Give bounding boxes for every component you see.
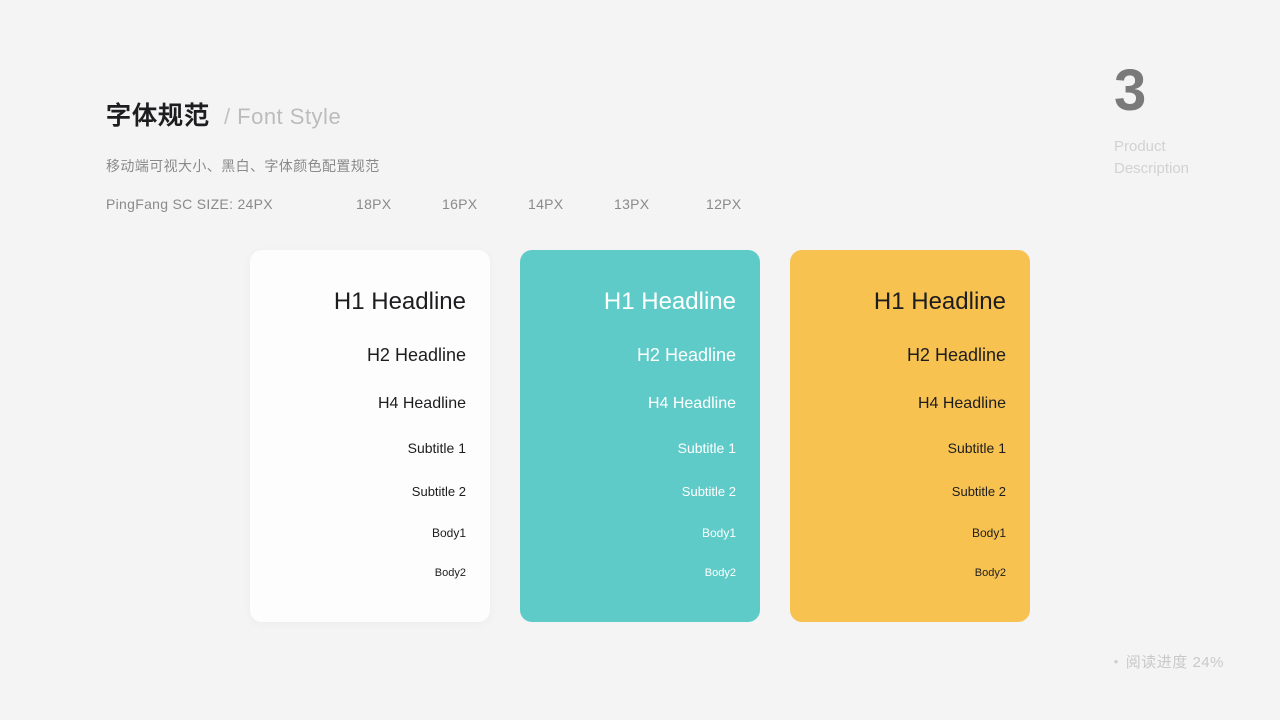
white-card-body2: Body2 (434, 567, 466, 579)
section-caption: Product Description (1114, 136, 1224, 180)
white-card-body1: Body1 (431, 526, 466, 540)
page-title: 字体规范 / Font Style (106, 96, 380, 132)
teal-card-subtitle2: Subtitle 2 (681, 484, 736, 499)
bullet-icon: • (1113, 654, 1119, 669)
size-label-lead: PingFang SC SIZE: 24PX (106, 196, 273, 212)
section-caption-line2: Description (1114, 159, 1190, 177)
teal-card: H1 Headline H2 Headline H4 Headline Subt… (520, 250, 760, 622)
section-caption-line1: Product (1114, 138, 1166, 155)
white-card-subtitle2: Subtitle 2 (411, 484, 466, 499)
white-card: H1 Headline H2 Headline H4 Headline Subt… (250, 250, 490, 622)
teal-card-body1: Body1 (701, 526, 736, 540)
white-card-subtitle1: Subtitle 1 (407, 440, 466, 456)
section-number-block: 3 Product Description (1114, 62, 1224, 180)
yellow-card-body2: Body2 (974, 567, 1006, 579)
section-number: 3 (1114, 58, 1147, 123)
page-subtitle: 移动端可视大小、黑白、字体颜色配置规范 (106, 158, 380, 174)
yellow-card-h2: H2 Headline (906, 345, 1006, 365)
yellow-card: H1 Headline H2 Headline H4 Headline Subt… (790, 250, 1030, 622)
yellow-card-subtitle2: Subtitle 2 (951, 484, 1006, 499)
white-card-h4: H4 Headline (377, 395, 466, 412)
slide-root: 字体规范 / Font Style 移动端可视大小、黑白、字体颜色配置规范 Pi… (0, 0, 1280, 720)
size-label-16px: 16PX (442, 196, 478, 212)
teal-card-body2: Body2 (704, 567, 736, 579)
teal-card-h4: H4 Headline (647, 395, 736, 412)
yellow-card-body1: Body1 (971, 526, 1006, 540)
teal-card-h1: H1 Headline (603, 288, 736, 315)
size-label-18px: 18PX (356, 196, 392, 212)
reading-progress: • 阅读进度 24% (1114, 651, 1224, 672)
page-title-cn: 字体规范 (106, 102, 211, 130)
size-label-12px: 12PX (706, 196, 742, 212)
page-title-en: Font Style (237, 104, 342, 129)
yellow-card-subtitle1: Subtitle 1 (947, 440, 1006, 456)
teal-card-subtitle1: Subtitle 1 (677, 440, 736, 456)
teal-card-h2: H2 Headline (636, 345, 736, 365)
type-specimen-cards: H1 Headline H2 Headline H4 Headline Subt… (250, 250, 1030, 622)
yellow-card-h4: H4 Headline (917, 395, 1006, 412)
yellow-card-h1: H1 Headline (873, 288, 1006, 315)
size-label-14px: 14PX (528, 196, 564, 212)
title-separator: / (224, 104, 231, 129)
reading-progress-label: 阅读进度 24% (1125, 654, 1224, 671)
white-card-h1: H1 Headline (333, 288, 466, 315)
header: 字体规范 / Font Style 移动端可视大小、黑白、字体颜色配置规范 Pi… (106, 96, 741, 216)
size-label-13px: 13PX (614, 196, 650, 212)
size-scale-row: PingFang SC SIZE: 24PX 18PX 16PX 14PX 13… (106, 196, 741, 216)
white-card-h2: H2 Headline (366, 345, 466, 365)
